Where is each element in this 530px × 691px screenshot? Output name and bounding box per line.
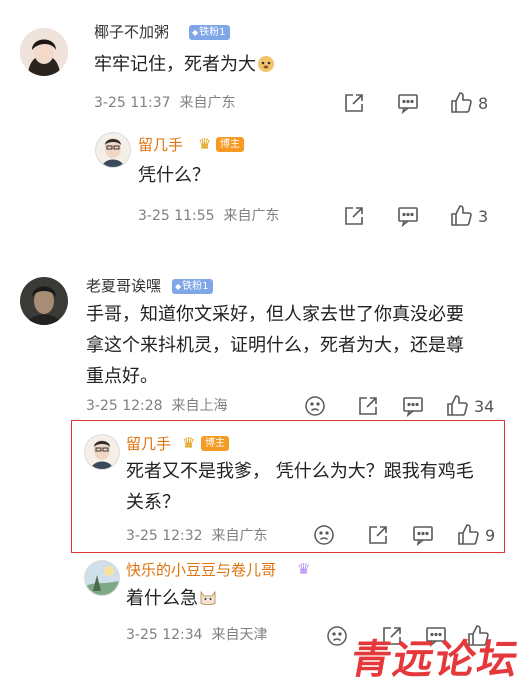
diamond-icon: ◆: [192, 28, 199, 37]
crown-icon: ♛: [297, 560, 311, 578]
doge-emoji-icon: [256, 52, 276, 72]
blogger-badge: 博主: [216, 137, 244, 152]
share-button[interactable]: [367, 524, 389, 546]
comment-username[interactable]: 老夏哥诶嘿: [86, 276, 161, 296]
comment-meta: 3-25 12:34 来自天津: [126, 627, 268, 643]
dislike-button[interactable]: [304, 395, 326, 417]
avatar[interactable]: [20, 277, 68, 325]
blogger-badge: 博主: [201, 436, 229, 451]
avatar[interactable]: [95, 132, 131, 168]
comment-meta: 3-25 11:55 来自广东: [138, 208, 280, 224]
fan-badge: ◆铁粉1: [189, 25, 230, 40]
crown-icon: ♛: [182, 434, 196, 452]
comment-icon: [403, 397, 423, 417]
comment-text: 着什么急: [126, 583, 218, 614]
comment-text: 牢牢记住，死者为大: [94, 49, 276, 80]
dislike-button[interactable]: [313, 524, 335, 546]
like-count: 34: [474, 396, 495, 416]
comment-text-line: 重点好。: [86, 366, 158, 387]
comment-button[interactable]: [412, 524, 434, 546]
share-icon: [369, 526, 387, 544]
comment-button[interactable]: [397, 92, 419, 114]
share-icon: [359, 397, 377, 415]
share-button[interactable]: [357, 395, 379, 417]
comment-meta: 3-25 11:37 来自广东: [94, 95, 236, 111]
thumbs-up-icon: [458, 524, 479, 545]
like-button[interactable]: 3: [449, 204, 488, 228]
thumbs-up-icon: [451, 205, 472, 226]
comment-username[interactable]: 留几手: [126, 434, 171, 454]
frown-face-icon: [305, 396, 325, 416]
comment-button[interactable]: [402, 395, 424, 417]
comment-username[interactable]: 留几手: [138, 135, 183, 155]
like-button[interactable]: 34: [445, 394, 494, 418]
like-count: 3: [478, 206, 489, 226]
share-button[interactable]: [343, 92, 365, 114]
thumbs-up-icon: [447, 395, 468, 416]
comment-icon: [398, 94, 418, 114]
cat-emoji-icon: [198, 586, 218, 606]
comment-text: 凭什么？: [138, 165, 210, 186]
avatar[interactable]: [84, 560, 120, 596]
comment-username[interactable]: 快乐的小豆豆与卷儿哥: [126, 560, 276, 580]
diamond-icon: ◆: [175, 282, 182, 291]
comment-meta: 3-25 12:32 来自广东: [126, 528, 268, 544]
comment-meta: 3-25 12:28 来自上海: [86, 398, 228, 414]
like-count: 9: [485, 525, 496, 545]
dislike-button[interactable]: [326, 625, 348, 647]
crown-icon: ♛: [198, 135, 212, 153]
fan-badge: ◆铁粉1: [172, 279, 213, 294]
share-icon: [345, 94, 363, 112]
like-button[interactable]: 8: [449, 91, 488, 115]
share-icon: [345, 207, 363, 225]
thumbs-up-icon: [451, 92, 472, 113]
watermark-logo: 青远论坛: [347, 637, 524, 683]
like-button[interactable]: 9: [456, 523, 495, 547]
avatar[interactable]: [84, 434, 120, 470]
comment-text-line: 手哥，知道你文采好，但人家去世了你真没必要: [86, 304, 464, 325]
comment-text-line: 关系？: [126, 492, 180, 513]
comment-icon: [398, 207, 418, 227]
comment-text-line: 死者又不是我爹， 凭什么为大？跟我有鸡毛: [126, 461, 474, 482]
share-button[interactable]: [343, 205, 365, 227]
frown-face-icon: [314, 525, 334, 545]
comment-username[interactable]: 椰子不加粥: [94, 22, 169, 42]
avatar[interactable]: [20, 28, 68, 76]
frown-face-icon: [327, 626, 347, 646]
comment-text-line: 拿这个来抖机灵，证明什么，死者为大，还是尊: [86, 335, 464, 356]
comment-button[interactable]: [397, 205, 419, 227]
like-count: 8: [478, 93, 489, 113]
comment-icon: [413, 526, 433, 546]
